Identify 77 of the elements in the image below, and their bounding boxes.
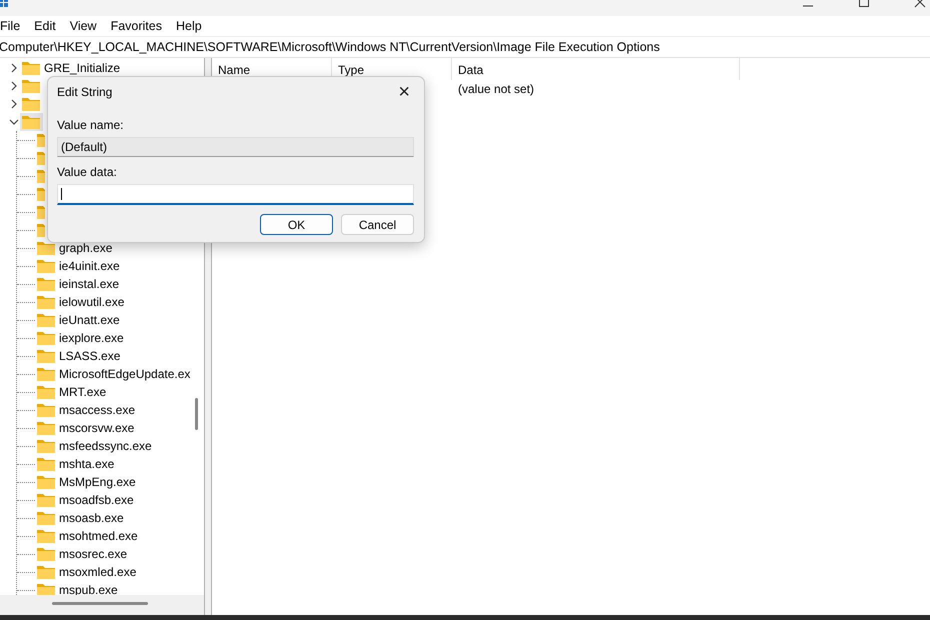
folder-icon [37,259,55,273]
scrollbar-thumb[interactable] [195,398,198,430]
menu-item[interactable]: Edit [34,19,56,33]
folder-icon [37,313,55,327]
scrollbar-thumb[interactable] [52,602,148,605]
address-bar[interactable]: Computer\HKEY_LOCAL_MACHINE\SOFTWARE\Microsoft\Windows NT\CurrentVersion\Image File Execution Options [0,36,930,58]
folder-icon [37,187,45,201]
tree-item[interactable]: graph.exe [35,239,116,257]
tree-item[interactable]: mscorsvw.exe [35,419,138,437]
tree-item[interactable]: MsMpEng.exe [35,473,139,491]
column-header[interactable]: Data [452,58,740,80]
dialog-title: Edit String [57,85,112,99]
folder-icon [37,403,55,417]
tree-item[interactable]: ieinstal.exe [35,275,122,293]
tree-item[interactable] [35,203,48,221]
folder-icon [37,169,45,183]
tree-item[interactable]: ieUnatt.exe [35,311,123,329]
close-button[interactable]: × [394,82,414,102]
tree-item[interactable]: msoxmled.exe [35,563,140,581]
tree-item[interactable]: msoasb.exe [35,509,127,527]
tree-item[interactable]: msoadfsb.exe [35,491,137,509]
chevron-icon[interactable] [9,81,19,91]
folder-icon [37,151,45,165]
tree-item[interactable] [35,221,48,239]
tree-item[interactable] [35,185,48,203]
folder-icon [37,529,55,543]
folder-icon [37,367,55,381]
folder-icon [37,475,55,489]
folder-icon [22,115,40,129]
menu-item[interactable]: Favorites [110,19,162,33]
field-label: Value data: [57,165,117,179]
folder-icon [37,295,55,309]
value-data-field[interactable] [57,184,414,205]
chevron-icon[interactable] [9,117,19,127]
tree-item[interactable]: iexplore.exe [35,329,127,347]
folder-icon [37,493,55,507]
dialog-button[interactable]: OK [260,214,333,235]
menu-item[interactable]: View [70,19,97,33]
dialog-button[interactable]: Cancel [341,214,414,235]
table-cell-text: (value not set) [457,82,536,96]
folder-icon [37,241,55,255]
folder-icon [37,205,45,219]
folder-icon [37,349,55,363]
tree-item[interactable]: mshta.exe [35,455,118,473]
value-name-field: (Default) [57,137,414,157]
tree-item[interactable] [35,131,48,149]
tree-item[interactable] [35,167,48,185]
tree-item[interactable]: msohtmed.exe [35,527,141,545]
tree-item[interactable]: MicrosoftEdgeUpdate.ex [35,365,194,383]
menu-item[interactable]: File [0,19,20,33]
folder-icon [37,457,55,471]
tree-item[interactable]: LSASS.exe [35,347,124,365]
folder-icon [37,277,55,291]
field-label: Value name: [57,118,124,132]
tree-item[interactable]: msfeedssync.exe [35,437,155,455]
tree-item[interactable]: ielowutil.exe [35,293,128,311]
folder-icon [37,421,55,435]
tree-item[interactable]: ie4uinit.exe [35,257,123,275]
folder-icon [37,511,55,525]
folder-icon [37,439,55,453]
folder-icon [37,385,55,399]
folder-icon [37,133,45,147]
folder-icon [22,97,40,111]
tree-item[interactable]: msosrec.exe [35,545,130,563]
folder-icon [22,79,40,93]
tree-item[interactable]: GRE_Initialize [20,59,124,77]
tree-item[interactable]: MRT.exe [35,383,110,401]
menu-item[interactable]: Help [176,19,202,33]
folder-icon [22,61,40,75]
folder-icon [37,547,55,561]
folder-icon [37,223,45,237]
chevron-icon[interactable] [9,63,19,73]
tree-item[interactable] [35,149,48,167]
folder-icon [37,331,55,345]
folder-icon [37,565,55,579]
tree-item[interactable]: msaccess.exe [35,401,138,419]
chevron-icon[interactable] [9,99,19,109]
